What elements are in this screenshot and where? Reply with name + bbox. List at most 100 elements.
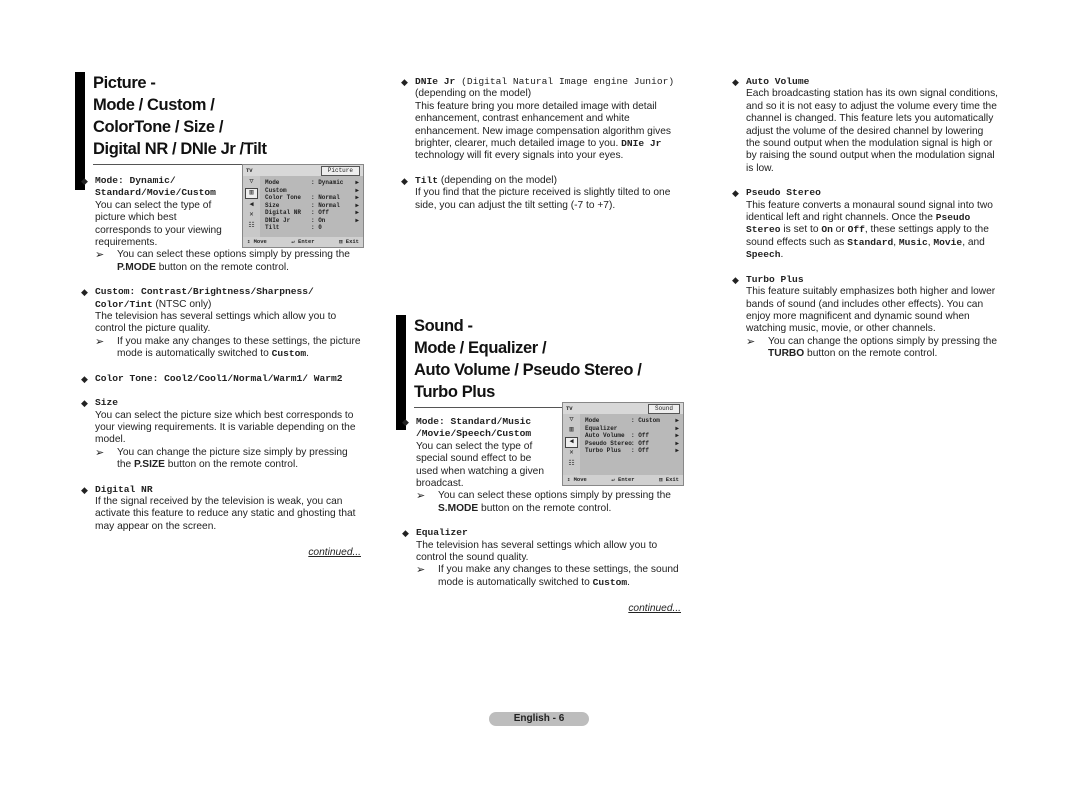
note-text: button on the remote control. (164, 459, 299, 471)
osd-menu-row: Digital NR: Off ▶ (265, 209, 359, 217)
enter-label: Enter (618, 476, 635, 483)
item-title: Size (95, 397, 119, 409)
osd-menu-row: Mode: Custom ▶ (585, 417, 679, 425)
heading-line: Picture - (93, 74, 156, 92)
item-body: This feature bring you more detailed ima… (415, 101, 686, 163)
body-text: or (832, 224, 848, 236)
bullet-icon: ◆ (81, 287, 88, 298)
item-body: You can select the type of picture which… (95, 199, 222, 249)
item-body: This feature converts a monaural sound s… (746, 200, 1000, 262)
arrow-icon: ➢ (746, 335, 756, 348)
item-title: Equalizer (416, 527, 468, 539)
osd-row-arrow: ▶ (675, 417, 679, 424)
picture-icon: ▥ (569, 426, 574, 434)
osd-row-value: : 0 (311, 224, 322, 231)
osd-row-arrow: ▶ (355, 201, 359, 209)
setup-icon: ☷ (568, 459, 575, 468)
osd-menu-row: Turbo Plus: Off ▶ (585, 447, 679, 455)
osd-row-arrow (353, 224, 359, 232)
osd-row-value: : Off (311, 209, 330, 216)
right-column: ◆ Auto Volume Each broadcasting station … (732, 64, 1000, 361)
arrow-icon: ➢ (95, 335, 105, 348)
osd-row-key: Equalizer (585, 424, 618, 432)
note-text: You can select these options simply by p… (438, 490, 671, 502)
custom-item: ◆ Custom: Contrast/Brightness/Sharpness/… (81, 286, 361, 360)
equalizer-item: ◆ Equalizer The television has several s… (402, 527, 681, 589)
page-number-badge: English - 6 (489, 712, 589, 726)
equalizer-note: ➢ If you make any changes to these setti… (416, 564, 681, 589)
osd-row-arrow: ▶ (355, 209, 359, 216)
osd-title: Sound (647, 404, 680, 414)
body-mono: Speech (746, 249, 781, 261)
osd-row-arrow: ▶ (675, 424, 679, 432)
exit-hint: ▥ Exit (659, 476, 679, 483)
exit-label: Exit (665, 476, 679, 483)
body-text: is set to (780, 224, 822, 236)
heading-line: ColorTone / Size / (93, 118, 224, 136)
osd-row-value: : Off (631, 432, 650, 439)
bullet-icon: ◆ (732, 77, 739, 87)
note-text: button on the remote control. (804, 348, 938, 360)
antenna-icon: ✕ (249, 211, 254, 219)
osd-menu-row: DNIe Jr: On ▶ (265, 217, 359, 225)
osd-menu-row: Equalizer ▶ (585, 425, 679, 433)
remote-key: P.SIZE (134, 459, 165, 471)
arrow-icon: ➢ (95, 446, 105, 459)
move-label: Move (253, 238, 267, 245)
heading-bar (396, 315, 406, 430)
item-title: Digital NR (95, 483, 153, 495)
bullet-icon: ◆ (401, 175, 408, 186)
custom-note: ➢ If you make any changes to these setti… (95, 336, 361, 361)
osd-row-arrow: ▶ (675, 439, 679, 447)
body-text: technology will fit every signals into y… (415, 150, 624, 162)
osd-sidebar: ▽ ▥ ◀ ✕ ☷ (243, 176, 260, 237)
tilt-item: ◆ Tilt (depending on the model) If you f… (401, 175, 686, 212)
heading-line: Sound - (414, 317, 473, 335)
osd-row-key: Auto Volume (585, 432, 625, 439)
picture-mode-note: ➢ You can select these options simply by… (95, 249, 361, 274)
middle-column: ◆ DNIe Jr (Digital Natural Image engine … (401, 64, 686, 212)
osd-row-key: Custom (265, 186, 287, 194)
body-mono: On (821, 224, 833, 236)
osd-menu-row: Size : Normal ▶ (265, 202, 359, 210)
item-body: You can select the picture size which be… (95, 409, 356, 446)
item-body: This feature suitably emphasizes both hi… (746, 286, 996, 335)
body-mono: Music (898, 236, 928, 248)
heading-line: Mode / Custom / (93, 96, 215, 114)
arrow-icon: ➢ (95, 249, 105, 262)
pseudo-stereo-item: ◆ Pseudo Stereo This feature converts a … (732, 187, 1000, 261)
osd-bottom-bar: ⇕ Move ↵ Enter ▥ Exit (563, 475, 683, 485)
osd-row-key: Mode (265, 179, 280, 186)
dnie-item: ◆ DNIe Jr (Digital Natural Image engine … (401, 76, 686, 163)
body-text: . (780, 249, 784, 261)
item-body: The television has several settings whic… (416, 539, 658, 564)
item-body: If you find that the picture received is… (415, 187, 671, 211)
note-text: You can change the options simply by pre… (768, 335, 997, 347)
remote-key: TURBO (768, 348, 805, 360)
osd-menu-row: Pseudo Stereo: Off ▶ (585, 440, 679, 448)
turbo-plus-item: ◆ Turbo Plus This feature suitably empha… (732, 274, 1000, 361)
osd-row-key: Pseudo Stereo (585, 439, 632, 447)
body-mono: DNIe Jr (621, 138, 662, 150)
move-hint: ⇕ Move (247, 238, 267, 245)
osd-row-arrow: ▶ (355, 194, 359, 201)
item-sub: (depending on the model) (415, 88, 532, 100)
osd-row-key: Size (265, 201, 280, 209)
turbo-note: ➢ You can change the options simply by p… (746, 336, 1000, 361)
note-text: button on the remote control. (478, 502, 612, 514)
osd-row-value (311, 187, 353, 195)
osd-top-bar: TV Sound (563, 403, 683, 414)
osd-menu-row: Auto Volume: Off ▶ (585, 432, 679, 440)
item-title: Tilt (415, 174, 439, 186)
antenna-icon: ✕ (569, 449, 574, 457)
osd-row-value: : Off (631, 439, 650, 447)
body-mono: Movie (933, 236, 963, 248)
osd-row-value: : Normal (311, 201, 340, 209)
item-title-paren: (Digital Natural Image engine Junior) (455, 76, 675, 87)
osd-menu-row: Custom ▶ (265, 187, 359, 195)
bullet-icon: ◆ (81, 398, 88, 409)
input-icon: ▽ (569, 415, 574, 424)
body-mono: Off (847, 224, 865, 236)
item-title: Color Tone: Cool2/Cool1/Normal/Warm1/ Wa… (95, 372, 343, 384)
continued-link: continued... (628, 603, 681, 615)
